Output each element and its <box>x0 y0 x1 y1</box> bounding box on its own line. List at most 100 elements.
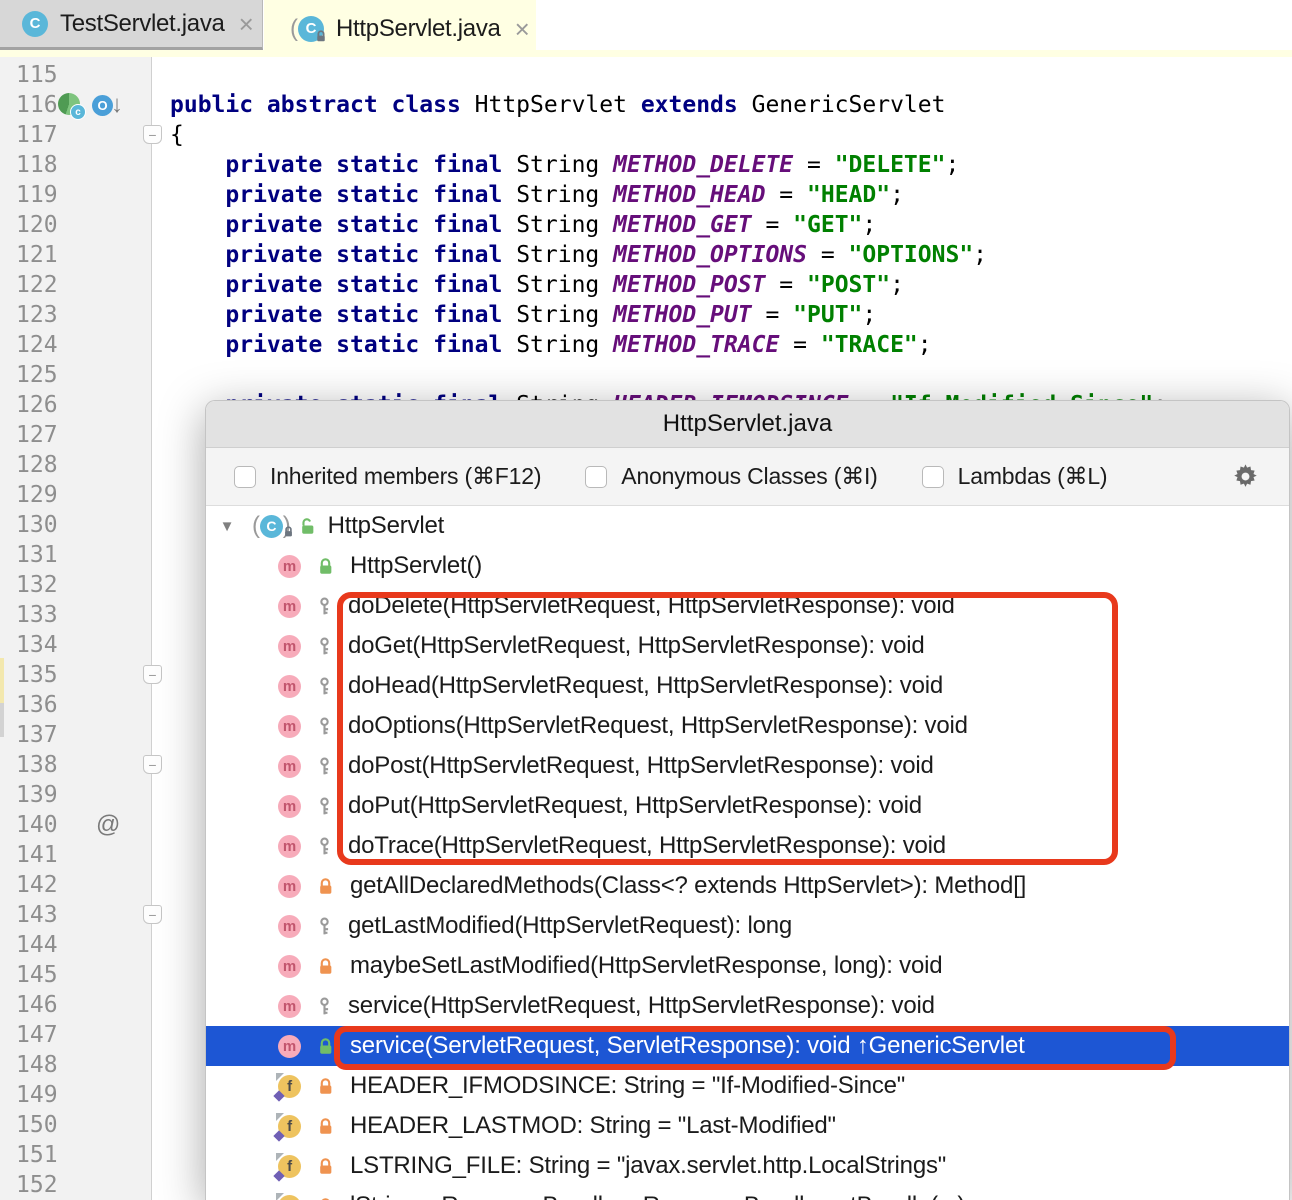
structure-row-label: getLastModified(HttpServletRequest): lon… <box>348 912 792 940</box>
filter-checkbox-1[interactable] <box>585 466 607 488</box>
line-number: 141 <box>16 840 58 870</box>
down-arrow-icon: ↓ <box>111 93 123 117</box>
line-number: 115 <box>16 60 58 90</box>
line-number: 134 <box>16 630 58 660</box>
code-token <box>170 182 225 208</box>
code-token <box>170 212 225 238</box>
fold-marker-icon[interactable]: − <box>143 125 162 144</box>
close-icon[interactable]: × <box>239 11 254 37</box>
method-icon: m <box>278 555 301 578</box>
code-token: = <box>779 332 821 358</box>
tab-httpservlet[interactable]: ( C HttpServlet.java × <box>264 0 536 57</box>
code-line: private static final String METHOD_GET =… <box>170 210 876 240</box>
structure-row[interactable]: mdoTrace(HttpServletRequest, HttpServlet… <box>206 826 1289 866</box>
code-token: = <box>765 272 807 298</box>
structure-member-list: ▼(C)HttpServletmHttpServlet()mdoDelete(H… <box>206 506 1289 1200</box>
filter-label-1[interactable]: Anonymous Classes (⌘I) <box>621 463 877 490</box>
annotation-marker: @ <box>96 810 120 840</box>
method-icon: m <box>278 715 301 738</box>
structure-row[interactable]: mdoGet(HttpServletRequest, HttpServletRe… <box>206 626 1289 666</box>
protected-key-icon <box>317 917 332 936</box>
structure-row[interactable]: flStrings: ResourceBundle = ResourceBund… <box>206 1186 1289 1200</box>
structure-row[interactable]: mdoPut(HttpServletRequest, HttpServletRe… <box>206 786 1289 826</box>
method-icon: m <box>278 955 301 978</box>
structure-row[interactable]: fLSTRING_FILE: String = "javax.servlet.h… <box>206 1146 1289 1186</box>
field-icon: f <box>278 1075 301 1098</box>
vcs-change-marker-gray <box>0 703 4 737</box>
line-number: 119 <box>16 180 58 210</box>
code-token: String <box>516 212 613 238</box>
structure-row[interactable]: ▼(C)HttpServlet <box>206 506 1289 546</box>
structure-row[interactable]: mHttpServlet() <box>206 546 1289 586</box>
filter-label-0[interactable]: Inherited members (⌘F12) <box>270 463 541 490</box>
line-number: 133 <box>16 600 58 630</box>
field-final-badge <box>273 1090 284 1101</box>
filter-checkbox-0[interactable] <box>234 466 256 488</box>
structure-row[interactable]: mdoOptions(HttpServletRequest, HttpServl… <box>206 706 1289 746</box>
structure-row[interactable]: mservice(HttpServletRequest, HttpServlet… <box>206 986 1289 1026</box>
line-number: 132 <box>16 570 58 600</box>
readonly-lock-badge <box>315 29 327 47</box>
structure-row[interactable]: mgetLastModified(HttpServletRequest): lo… <box>206 906 1289 946</box>
field-final-badge <box>273 1130 284 1141</box>
code-token: METHOD_TRACE <box>613 332 779 358</box>
line-number: 146 <box>16 990 58 1020</box>
code-token: ; <box>862 302 876 328</box>
structure-row-label: getAllDeclaredMethods(Class<? extends Ht… <box>350 872 1026 900</box>
code-token: private static final <box>225 182 516 208</box>
filter-checkbox-2[interactable] <box>922 466 944 488</box>
file-structure-popup: HttpServlet.java Inherited members (⌘F12… <box>205 400 1290 1200</box>
line-number: 116 <box>16 90 58 120</box>
line-number: 138 <box>16 750 58 780</box>
structure-row-label: lStrings: ResourceBundle = ResourceBundl… <box>350 1192 965 1200</box>
code-token: HttpServlet <box>475 92 641 118</box>
structure-row-label: doTrace(HttpServletRequest, HttpServletR… <box>348 832 946 860</box>
structure-row[interactable]: mgetAllDeclaredMethods(Class<? extends H… <box>206 866 1289 906</box>
editor-tab-bar: C TestServlet.java × ( C HttpServlet.jav… <box>0 0 1292 57</box>
code-token <box>170 242 225 268</box>
protected-key-icon <box>317 677 332 696</box>
field-static-badge <box>276 1073 284 1081</box>
code-line: private static final String METHOD_PUT =… <box>170 300 876 330</box>
override-marker-icon[interactable]: O ↓ <box>92 93 123 117</box>
tab-testservlet[interactable]: C TestServlet.java × <box>0 0 263 50</box>
close-icon[interactable]: × <box>515 16 530 42</box>
code-token <box>170 152 225 178</box>
code-token: = <box>807 242 849 268</box>
expand-triangle-icon[interactable]: ▼ <box>216 518 238 535</box>
line-number: 152 <box>16 1170 58 1200</box>
fold-marker-icon[interactable]: − <box>143 665 162 684</box>
structure-row-label: doDelete(HttpServletRequest, HttpServlet… <box>348 592 955 620</box>
structure-row[interactable]: mdoPost(HttpServletRequest, HttpServletR… <box>206 746 1289 786</box>
code-token: String <box>516 152 613 178</box>
fold-marker-icon[interactable]: − <box>143 905 162 924</box>
code-token: ; <box>945 152 959 178</box>
protected-key-icon <box>317 797 332 816</box>
fold-marker-icon[interactable]: − <box>143 755 162 774</box>
structure-row[interactable]: mmaybeSetLastModified(HttpServletRespons… <box>206 946 1289 986</box>
code-token: METHOD_GET <box>613 212 751 238</box>
structure-row[interactable]: mdoDelete(HttpServletRequest, HttpServle… <box>206 586 1289 626</box>
field-icon: f <box>278 1155 301 1178</box>
protected-key-icon <box>317 717 332 736</box>
gear-icon[interactable] <box>1232 463 1259 490</box>
line-number: 127 <box>16 420 58 450</box>
structure-row-label: doPut(HttpServletRequest, HttpServletRes… <box>348 792 922 820</box>
code-token: "TRACE" <box>821 332 918 358</box>
line-number: 151 <box>16 1140 58 1170</box>
filter-label-2[interactable]: Lambdas (⌘L) <box>958 463 1108 490</box>
class-gutter-icon[interactable]: c <box>58 93 82 117</box>
line-number: 147 <box>16 1020 58 1050</box>
line-number: 145 <box>16 960 58 990</box>
structure-row[interactable]: mdoHead(HttpServletRequest, HttpServletR… <box>206 666 1289 706</box>
line-number: 117 <box>16 120 58 150</box>
protected-key-icon <box>317 757 332 776</box>
paren-glyph: ( <box>252 512 260 540</box>
structure-row[interactable]: fHEADER_LASTMOD: String = "Last-Modified… <box>206 1106 1289 1146</box>
structure-row-selected[interactable]: mservice(ServletRequest, ServletResponse… <box>206 1026 1289 1066</box>
structure-row[interactable]: fHEADER_IFMODSINCE: String = "If-Modifie… <box>206 1066 1289 1106</box>
popup-title: HttpServlet.java <box>206 401 1289 448</box>
method-icon: m <box>278 675 301 698</box>
code-line: private static final String METHOD_HEAD … <box>170 180 904 210</box>
line-number: 131 <box>16 540 58 570</box>
